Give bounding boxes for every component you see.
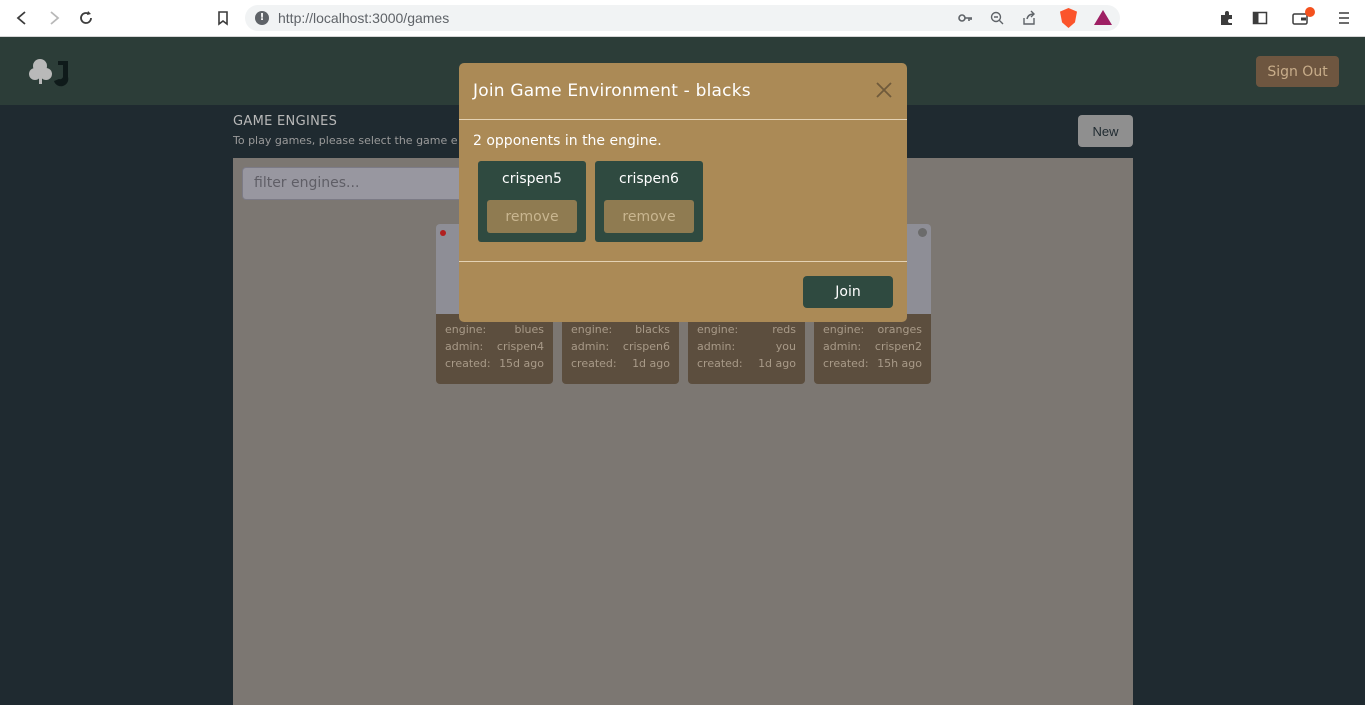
browser-toolbar: ! http://localhost:3000/games: [0, 0, 1365, 37]
extensions-icon[interactable]: [1218, 9, 1236, 27]
sign-out-button[interactable]: Sign Out: [1256, 56, 1339, 87]
modal-title: Join Game Environment - blacks: [473, 81, 751, 101]
status-dot: [440, 230, 446, 236]
engine-name: oranges: [877, 323, 922, 336]
engine-admin: crispen4: [496, 340, 544, 353]
created-label: created:: [445, 357, 491, 370]
engine-created: 1d ago: [632, 357, 670, 370]
site-info-icon[interactable]: !: [255, 11, 269, 25]
opponents-count-text: 2 opponents in the engine.: [473, 133, 662, 149]
engine-name: blues: [514, 323, 544, 336]
close-icon[interactable]: [873, 79, 895, 101]
app-logo-icon[interactable]: [28, 57, 70, 87]
engine-name: reds: [772, 323, 796, 336]
back-icon[interactable]: [12, 8, 32, 28]
key-icon[interactable]: [957, 10, 973, 26]
page-title: GAME ENGINES: [233, 114, 338, 129]
remove-player-button[interactable]: remove: [487, 200, 577, 233]
share-icon[interactable]: [1021, 10, 1037, 26]
bookmark-icon[interactable]: [213, 8, 233, 28]
join-button[interactable]: Join: [803, 276, 893, 308]
filter-engines-input[interactable]: filter engines...: [242, 167, 482, 200]
engine-created: 15d ago: [499, 357, 544, 370]
engine-card-info: engine: blacks admin: crispen6 created: 1d …: [562, 314, 679, 384]
engine-created: 1d ago: [758, 357, 796, 370]
url-text[interactable]: http://localhost:3000/games: [278, 10, 449, 26]
status-dot: [918, 228, 927, 237]
menu-icon[interactable]: [1335, 9, 1353, 27]
join-game-modal: Join Game Environment - blacks 2 opponen…: [459, 63, 907, 322]
created-label: created:: [571, 357, 617, 370]
sidebar-icon[interactable]: [1251, 9, 1269, 27]
modal-divider: [459, 119, 907, 120]
engine-admin: crispen6: [622, 340, 670, 353]
admin-label: admin:: [445, 340, 484, 353]
address-bar[interactable]: ! http://localhost:3000/games: [245, 5, 1120, 31]
modal-divider: [459, 261, 907, 262]
new-engine-button[interactable]: New: [1078, 115, 1133, 147]
engine-label: engine:: [571, 323, 613, 336]
player-name: crispen5: [502, 171, 562, 187]
player-name: crispen6: [619, 171, 679, 187]
engine-admin: you: [775, 340, 796, 353]
engine-name: blacks: [635, 323, 670, 336]
player-card: crispen6 remove: [595, 161, 703, 242]
engine-admin: crispen2: [874, 340, 922, 353]
engine-label: engine:: [445, 323, 487, 336]
admin-label: admin:: [823, 340, 862, 353]
engine-label: engine:: [823, 323, 865, 336]
zoom-icon[interactable]: [989, 10, 1005, 26]
engine-card-info: engine: oranges admin: crispen2 created: 15…: [814, 314, 931, 384]
admin-label: admin:: [697, 340, 736, 353]
player-card: crispen5 remove: [478, 161, 586, 242]
page-subtitle: To play games, please select the game e: [233, 134, 458, 147]
bat-icon[interactable]: [1094, 10, 1112, 25]
forward-icon[interactable]: [44, 8, 64, 28]
engine-card-info: engine: reds admin: you created: 1d ago: [688, 314, 805, 384]
reload-icon[interactable]: [76, 8, 96, 28]
created-label: created:: [823, 357, 869, 370]
notification-badge: [1305, 7, 1315, 17]
admin-label: admin:: [571, 340, 610, 353]
engine-label: engine:: [697, 323, 739, 336]
engine-card-info: engine: blues admin: crispen4 created: 15d …: [436, 314, 553, 384]
remove-player-button[interactable]: remove: [604, 200, 694, 233]
engine-created: 15h ago: [877, 357, 922, 370]
created-label: created:: [697, 357, 743, 370]
